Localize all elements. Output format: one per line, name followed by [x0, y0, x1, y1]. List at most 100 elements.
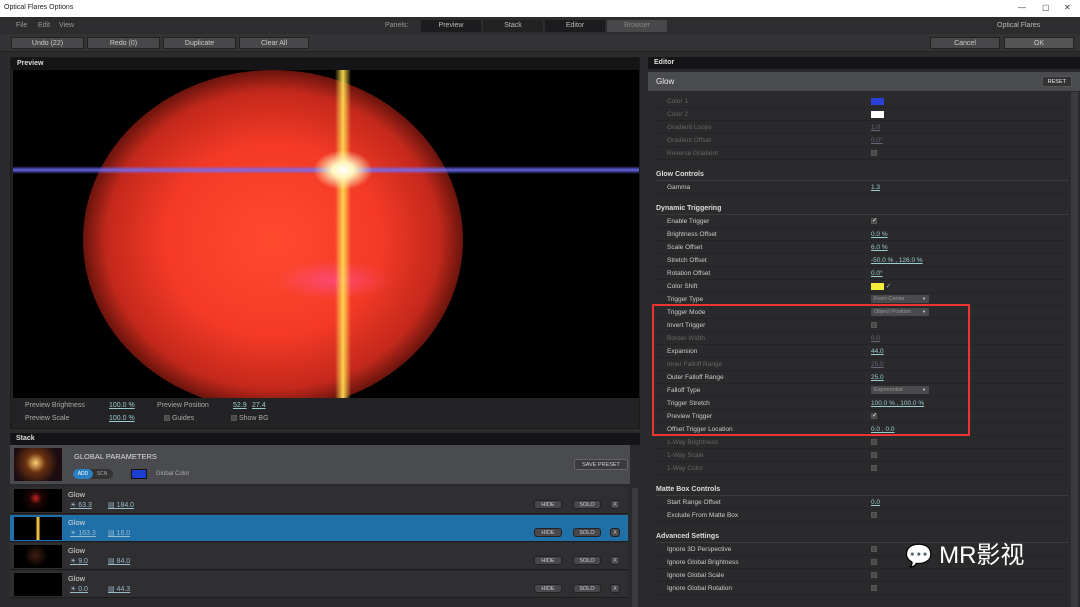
wechat-icon: 💬 [905, 543, 933, 568]
show-bg-checkbox[interactable]: Show BG [231, 415, 269, 422]
property-value[interactable]: 0.0° [871, 267, 883, 280]
property-value[interactable] [871, 509, 877, 522]
preview-position-x[interactable]: 52.9 [233, 402, 247, 409]
cancel-button[interactable]: Cancel [930, 37, 1000, 49]
add-mode[interactable]: ADD [73, 469, 93, 479]
tab-browser[interactable]: Browser [607, 20, 667, 32]
solo-button[interactable]: SOLO [573, 584, 601, 593]
global-parameters[interactable]: GLOBAL PARAMETERS ADD SCN Global Color SA… [10, 445, 630, 484]
flare-preview-canvas[interactable] [13, 70, 639, 398]
editor-scrollbar[interactable] [1071, 92, 1078, 607]
undo-button[interactable]: Undo (22) [11, 37, 84, 49]
layer-name: Glow [68, 518, 86, 527]
property-value[interactable] [871, 556, 877, 569]
property-value[interactable]: ✓ [871, 215, 877, 228]
close-button[interactable]: ✕ [1064, 3, 1071, 12]
checkbox[interactable] [871, 559, 877, 566]
property-value[interactable] [871, 147, 877, 160]
property-value[interactable] [871, 569, 877, 582]
property-value[interactable]: 1.0 [871, 121, 880, 134]
checkbox[interactable] [871, 439, 877, 446]
solo-button[interactable]: SOLO [573, 500, 601, 509]
guides-label: Guides [171, 415, 195, 422]
layer-row[interactable]: Glow ☀ 63.3 ▤ 184.0 HIDE SOLO X [10, 487, 628, 514]
property-value[interactable]: ✓ [871, 280, 891, 293]
preview-brightness-value[interactable]: 100.0 % [109, 402, 135, 409]
maximize-button[interactable]: ▢ [1042, 3, 1050, 12]
checkmark-icon[interactable]: ✓ [884, 283, 891, 290]
preview-position-y[interactable]: 27.4 [252, 402, 266, 409]
delete-layer-button[interactable]: X [610, 500, 620, 509]
brightness-value[interactable]: ☀ 0.0 [70, 585, 88, 593]
delete-layer-button[interactable]: X [610, 556, 620, 565]
property-label: Ignore Global Rotation [667, 585, 733, 592]
brightness-value[interactable]: ☀ 63.3 [70, 501, 92, 509]
scn-mode[interactable]: SCN [93, 469, 111, 479]
scale-value[interactable]: ▤ 44.3 [108, 585, 130, 593]
scale-value[interactable]: ▤ 16.0 [108, 529, 130, 537]
blend-toggle[interactable]: ADD SCN [73, 469, 113, 479]
checkbox[interactable] [871, 150, 877, 157]
global-title: GLOBAL PARAMETERS [74, 452, 157, 461]
brightness-value[interactable]: ☀ 9.0 [70, 557, 88, 565]
property-value[interactable]: 0.0 % [871, 228, 888, 241]
color-swatch[interactable] [871, 110, 884, 118]
property-value[interactable] [871, 543, 877, 556]
menu-view[interactable]: View [59, 22, 74, 29]
delete-layer-button[interactable]: X [610, 584, 620, 593]
hide-button[interactable]: HIDE [534, 528, 562, 537]
preview-scale-value[interactable]: 100.0 % [109, 415, 135, 422]
solo-button[interactable]: SOLO [573, 556, 601, 565]
minimize-button[interactable]: — [1018, 3, 1026, 12]
scale-value[interactable]: ▤ 84.0 [108, 557, 130, 565]
color-swatch[interactable] [871, 97, 884, 105]
brightness-value[interactable]: ☀ 163.3 [70, 529, 96, 537]
property-value[interactable] [871, 108, 884, 121]
property-value[interactable]: -50.0 % , 126.0 % [871, 254, 923, 267]
property-value[interactable]: 0.0° [871, 134, 883, 147]
property-row: Gradient Offset 0.0° [656, 134, 1068, 147]
ok-button[interactable]: OK [1004, 37, 1074, 49]
property-value[interactable]: 1.3 [871, 181, 880, 194]
layer-row[interactable]: Glow ☀ 0.0 ▤ 44.3 HIDE SOLO X [10, 571, 628, 598]
preview-title: Preview [11, 58, 639, 70]
global-color-swatch[interactable] [131, 469, 147, 479]
tab-editor[interactable]: Editor [545, 20, 605, 32]
guides-checkbox[interactable]: Guides [164, 415, 194, 422]
property-value[interactable]: 6.0 % [871, 241, 888, 254]
checkbox[interactable] [871, 452, 877, 459]
stack-scrollbar[interactable] [632, 488, 638, 607]
checkbox[interactable] [871, 585, 877, 592]
scale-value[interactable]: ▤ 184.0 [108, 501, 134, 509]
delete-layer-button[interactable]: X [610, 528, 620, 537]
menu-edit[interactable]: Edit [38, 22, 50, 29]
reset-button[interactable]: RESET [1041, 76, 1072, 87]
checkbox[interactable] [871, 465, 877, 472]
tab-preview[interactable]: Preview [421, 20, 481, 32]
hide-button[interactable]: HIDE [534, 500, 562, 509]
checkbox[interactable] [871, 512, 877, 519]
menu-file[interactable]: File [16, 22, 27, 29]
solo-button[interactable]: SOLO [573, 528, 601, 537]
duplicate-button[interactable]: Duplicate [163, 37, 236, 49]
property-label: Gamma [667, 184, 691, 191]
property-value[interactable] [871, 436, 877, 449]
color-swatch[interactable] [871, 282, 884, 290]
property-value[interactable] [871, 449, 877, 462]
property-value[interactable] [871, 462, 877, 475]
dropdown[interactable]: From Center [871, 295, 929, 304]
property-value[interactable] [871, 95, 884, 108]
property-value[interactable] [871, 582, 877, 595]
redo-button[interactable]: Redo (0) [87, 37, 160, 49]
clear-all-button[interactable]: Clear All [239, 37, 309, 49]
layer-row[interactable]: Glow ☀ 163.3 ▤ 16.0 HIDE SOLO X [10, 515, 628, 542]
checkbox[interactable] [871, 546, 877, 553]
hide-button[interactable]: HIDE [534, 584, 562, 593]
checkbox[interactable]: ✓ [871, 218, 877, 225]
tab-stack[interactable]: Stack [483, 20, 543, 32]
checkbox[interactable] [871, 572, 877, 579]
layer-row[interactable]: Glow ☀ 9.0 ▤ 84.0 HIDE SOLO X [10, 543, 628, 570]
property-value[interactable]: 0.0 [871, 496, 880, 509]
hide-button[interactable]: HIDE [534, 556, 562, 565]
save-preset-button[interactable]: SAVE PRESET [574, 459, 628, 470]
